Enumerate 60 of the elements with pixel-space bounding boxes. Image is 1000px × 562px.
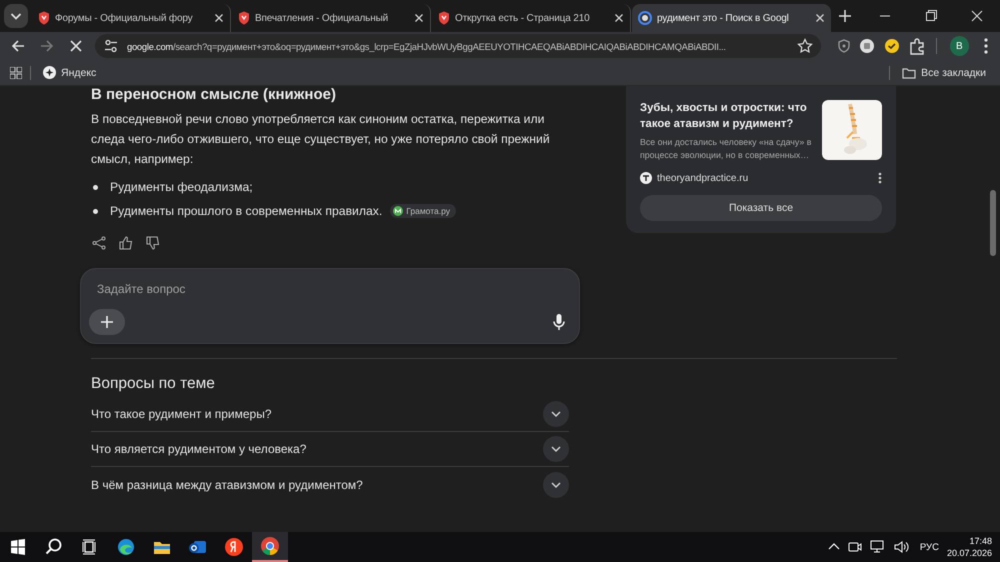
close-icon[interactable] [214, 13, 224, 23]
url-text: google.com/search?q=рудимент+это&oq=рудимент+это&gs_lcrp=EgZjaHJvbWUyBggAEEUYOTIHCAEQABiABDIHCAIQABiABDIHCAMQABiABDII... [127, 40, 727, 52]
chevron-down-icon[interactable] [543, 436, 569, 462]
question-item[interactable]: Что является рудиментом у человека? [91, 432, 569, 467]
shield-icon [238, 11, 250, 25]
more-icon[interactable] [878, 172, 882, 184]
search-icon [44, 537, 64, 557]
question-field[interactable]: Задайте вопрос [95, 281, 395, 297]
question-item[interactable]: Что такое рудимент и примеры? [91, 397, 569, 432]
folder-icon [902, 66, 916, 78]
add-button-icon[interactable] [89, 309, 125, 335]
clock-date[interactable]: 20.07.2026 [946, 547, 992, 559]
edge-icon [116, 537, 136, 557]
shield-icon [38, 11, 50, 25]
sparkle-icon [43, 66, 56, 79]
close-icon[interactable] [614, 13, 624, 23]
question-item[interactable]: В чём разница между атавизмом и рудиментом? [91, 467, 569, 502]
source-chip[interactable]: Грамота.ру [390, 204, 456, 218]
site-name[interactable]: theoryandpractice.ru [657, 172, 748, 184]
bookmark[interactable]: Яндекс [39, 66, 100, 79]
taskbar-button[interactable] [252, 532, 288, 562]
windows-icon [8, 537, 28, 557]
thumbs-up-icon[interactable] [119, 236, 133, 250]
chevron-down-icon[interactable] [543, 472, 569, 498]
site-icon [640, 172, 652, 184]
google-icon [638, 11, 652, 25]
volume-icon[interactable] [894, 540, 910, 554]
list-item: Рудименты феодализма; [110, 180, 253, 194]
thumbs-down-icon[interactable] [146, 236, 160, 250]
show-all-button[interactable]: Показать все [640, 195, 882, 221]
card-snippet: Все они достались человеку «на сдачу» в процессе эволюции, но в современных… [640, 136, 812, 162]
section-title: Вопросы по теме [91, 375, 215, 393]
all-bookmarks[interactable]: Все закладки [898, 66, 990, 78]
answer-heading: В переносном смысле (книжное) [91, 86, 337, 103]
tune-icon[interactable] [103, 38, 119, 54]
source-icon [393, 206, 404, 216]
bullet-icon [93, 208, 98, 214]
profile-avatar[interactable]: B [950, 36, 969, 56]
chrome-icon [260, 536, 280, 556]
card-title[interactable]: Зубы, хвосты и отростки: что такое атавизм и рудимент? [640, 100, 812, 132]
scrollbar-icon [990, 190, 996, 256]
browser-tab[interactable]: рудимент это - Поиск в Googl [632, 4, 831, 32]
clock-time[interactable]: 17:48 [969, 535, 992, 547]
bullet-icon [93, 184, 98, 190]
close-icon[interactable] [414, 13, 424, 23]
apps-grid-icon[interactable] [10, 66, 22, 78]
camera-icon[interactable] [848, 540, 862, 554]
yandex-icon [224, 537, 244, 557]
new-tab-icon[interactable] [838, 9, 852, 23]
tab-search-icon[interactable] [2, 2, 30, 30]
address-bar[interactable]: google.com/search?q=рудимент+это&oq=рудимент+это&gs_lcrp=EgZjaHJvbWUyBggAEEUYOTIHCAEQABiABDIHCAIQABiABDIHCAMQABiABDII... [95, 34, 821, 58]
close-icon[interactable] [815, 13, 825, 23]
microphone-icon[interactable] [553, 314, 565, 330]
list-item: Рудименты прошлого в современных правилах. [110, 204, 382, 218]
answer-paragraph: В повседневной речи слово употребляется как синоним остатка, пережитка или следа чего-либо отжившего, что еще существует, но уже потеряло свой прежний смысл, например: [91, 111, 551, 168]
language-indicator[interactable]: РУС [920, 542, 939, 552]
shield-icon [438, 11, 450, 25]
chevron-down-icon[interactable] [543, 401, 569, 427]
star-icon[interactable] [796, 38, 813, 54]
share-icon[interactable] [92, 236, 106, 250]
